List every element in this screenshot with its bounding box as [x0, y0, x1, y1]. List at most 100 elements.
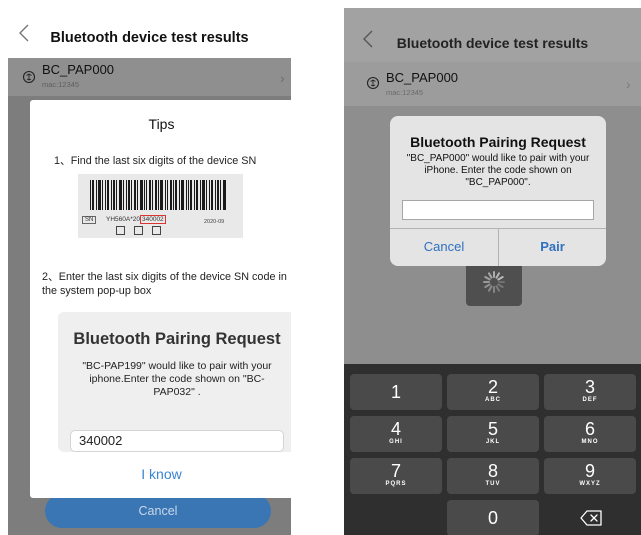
- alert-message: "BC_PAP000" would like to pair with your…: [406, 153, 590, 188]
- barcode-bar: [119, 180, 122, 210]
- sn-text: YH560A*20 340002: [106, 215, 166, 224]
- spinner-spoke: [497, 276, 504, 281]
- spinner-spoke: [484, 276, 491, 281]
- key-1[interactable]: 1: [350, 374, 442, 410]
- barcode-bar: [206, 180, 207, 210]
- spinner-spoke: [484, 283, 491, 288]
- example-code-field: 340002: [70, 430, 284, 452]
- key-4[interactable]: 4 GHI: [350, 416, 442, 452]
- barcode-bar: [155, 180, 157, 210]
- left-screen: Bluetooth device test results BC_PAP000 …: [8, 0, 291, 535]
- barcode-bar: [146, 180, 147, 210]
- barcode-bar: [179, 180, 180, 210]
- nav-bar: Bluetooth device test results: [344, 8, 641, 62]
- barcode-bar: [186, 180, 187, 210]
- barcode-bar: [209, 180, 210, 210]
- barcode-bar: [170, 180, 172, 210]
- barcode-bar: [220, 180, 221, 210]
- tips-step-1: 1、Find the last six digits of the device…: [54, 155, 257, 167]
- key-3[interactable]: 3 DEF: [544, 374, 636, 410]
- barcode-bar: [190, 180, 192, 210]
- key-8[interactable]: 8 TUV: [447, 458, 539, 494]
- barcode-bar: [92, 180, 94, 210]
- key-blank: [350, 500, 442, 535]
- sn-highlight: 340002: [139, 215, 166, 224]
- tips-step-2: 2、Enter the last six digits of the devic…: [42, 271, 287, 297]
- barcode-bar: [223, 180, 226, 210]
- example-title: Bluetooth Pairing Request: [73, 330, 281, 348]
- bluetooth-device-icon: [22, 70, 36, 84]
- sn-box: SN: [82, 216, 97, 224]
- barcode-bar: [134, 180, 136, 210]
- barcode-bar: [116, 180, 117, 210]
- barcode-bar: [98, 180, 101, 210]
- key-0[interactable]: 0: [447, 500, 539, 535]
- barcode-bar: [175, 180, 177, 210]
- key-7[interactable]: 7 PQRS: [350, 458, 442, 494]
- barcode-bar: [188, 180, 189, 210]
- device-name: BC_PAP000: [42, 62, 115, 77]
- chevron-right-icon: ›: [280, 70, 285, 86]
- barcode-bar: [123, 180, 124, 210]
- barcode-bar: [137, 180, 138, 210]
- label-date: 2020-09: [204, 219, 225, 225]
- barcode-bar: [194, 180, 195, 210]
- barcode-bar: [167, 180, 168, 210]
- cancel-button[interactable]: Cancel: [45, 494, 271, 528]
- device-list-item[interactable]: BC_PAP000 mac:12345 ›: [344, 62, 641, 106]
- numeric-keypad: 1 2 ABC 3 DEF 4 GHI 5 JKL 6 MNO 7 PQRS 8 TUV 9W…: [344, 364, 641, 535]
- bluetooth-device-icon: [366, 76, 380, 90]
- key-6[interactable]: 6 MNO: [544, 416, 636, 452]
- page-title: Bluetooth device test results: [50, 30, 249, 46]
- barcode-bar: [202, 180, 205, 210]
- barcode-bar: [196, 180, 198, 210]
- device-mac: mac:12345: [386, 88, 424, 97]
- barcode-bar: [158, 180, 159, 210]
- barcode-icon: [90, 180, 226, 210]
- barcode-bar: [160, 180, 163, 210]
- spinner-spoke: [495, 285, 500, 292]
- barcode-bar: [144, 180, 145, 210]
- barcode-bar: [181, 180, 184, 210]
- key-2[interactable]: 2 ABC: [447, 374, 539, 410]
- device-list-item[interactable]: BC_PAP000 mac:12345 ›: [8, 58, 291, 96]
- barcode-bar: [128, 180, 130, 210]
- example-message: "BC-PAP199" would like to pair with your…: [82, 360, 272, 398]
- spinner-spoke: [497, 283, 504, 288]
- barcode-bar: [102, 180, 103, 210]
- barcode-bar: [90, 180, 91, 210]
- barcode-bar: [200, 180, 201, 210]
- barcode-bar: [96, 180, 97, 210]
- barcode-bar: [217, 180, 219, 210]
- alert-pair-button[interactable]: Pair: [499, 228, 606, 266]
- barcode-bar: [126, 180, 127, 210]
- page-title: Bluetooth device test results: [396, 35, 589, 51]
- key-9[interactable]: 9 WXYZ: [544, 458, 636, 494]
- barcode-bar: [149, 180, 151, 210]
- barcode-bar: [165, 180, 166, 210]
- spinner-spoke: [488, 272, 493, 279]
- pairing-code-input[interactable]: [402, 200, 594, 220]
- sn-prefix: YH560A*20: [106, 216, 140, 223]
- key-delete[interactable]: [544, 500, 636, 535]
- label-symbol-icon: [134, 226, 143, 235]
- tips-title: Tips: [148, 116, 175, 132]
- pairing-request-example: Bluetooth Pairing Request "BC-PAP199" wo…: [58, 312, 291, 452]
- delete-key-icon: [580, 510, 602, 526]
- barcode-bar: [105, 180, 106, 210]
- i-know-button[interactable]: I know: [30, 466, 291, 482]
- alert-title: Bluetooth Pairing Request: [410, 134, 586, 150]
- device-mac: mac:12345: [42, 80, 80, 89]
- barcode-bar: [113, 180, 115, 210]
- label-symbol-icon: [152, 226, 161, 235]
- chevron-right-icon: ›: [626, 76, 631, 92]
- barcode-bar: [111, 180, 112, 210]
- spinner-spoke: [488, 285, 493, 292]
- alert-cancel-button[interactable]: Cancel: [390, 228, 498, 266]
- barcode-bar: [140, 180, 143, 210]
- barcode-bar: [152, 180, 153, 210]
- key-5[interactable]: 5 JKL: [447, 416, 539, 452]
- bluetooth-pairing-alert: Bluetooth Pairing Request "BC_PAP000" wo…: [390, 116, 606, 266]
- device-name: BC_PAP000: [386, 70, 459, 85]
- barcode-bar: [211, 180, 213, 210]
